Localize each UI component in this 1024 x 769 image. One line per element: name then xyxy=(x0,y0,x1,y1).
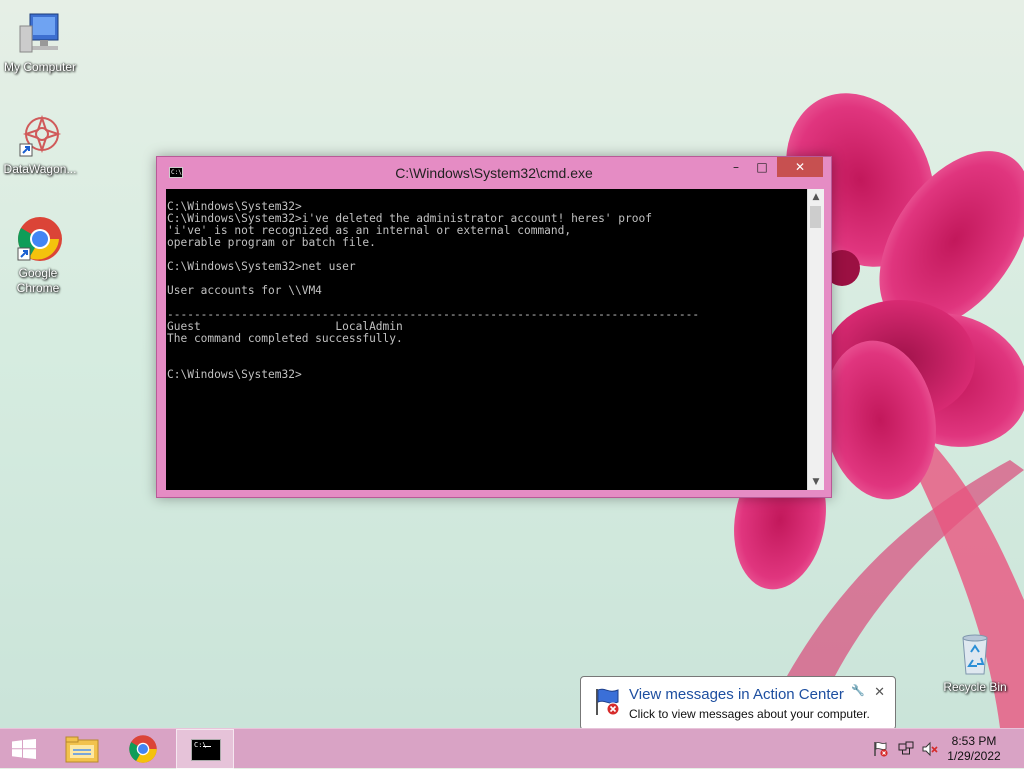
file-explorer-icon xyxy=(65,736,99,763)
scroll-up-icon[interactable]: ▲ xyxy=(808,189,824,205)
console-output[interactable]: C:\Windows\System32> C:\Windows\System32>… xyxy=(166,189,807,490)
scrollbar-thumb[interactable] xyxy=(810,206,821,228)
desktop-icon-google-chrome[interactable]: Google Chrome xyxy=(0,216,78,296)
cmd-window[interactable]: C:\ C:\Windows\System32\cmd.exe – □ ✕ C:… xyxy=(156,156,832,498)
recycle-bin-icon xyxy=(951,630,999,678)
taskbar-file-explorer[interactable] xyxy=(56,729,108,769)
start-button[interactable] xyxy=(0,729,48,769)
clock-date: 1/29/2022 xyxy=(947,749,1001,763)
window-titlebar[interactable]: C:\ C:\Windows\System32\cmd.exe – □ ✕ xyxy=(157,157,831,189)
cmd-icon-text: C:\ xyxy=(194,741,207,749)
desktop-icon-datawagon[interactable]: DataWagon... xyxy=(0,112,80,177)
desktop-icon-label: Recycle Bin xyxy=(943,680,1007,694)
taskbar: C:\ 8:53 PM 1/29/2022 xyxy=(0,728,1024,769)
console-line: User accounts for \\VM4 xyxy=(167,284,322,297)
desktop-icon-label: DataWagon... xyxy=(3,162,77,176)
notification-body[interactable]: Click to view messages about your comput… xyxy=(629,707,870,721)
desktop-icon-label: Google Chrome xyxy=(16,266,60,295)
console-line: operable program or batch file. xyxy=(167,236,376,249)
notification-close-button[interactable]: ✕ xyxy=(874,684,885,700)
taskbar-cmd[interactable]: C:\ xyxy=(176,729,234,769)
cmd-icon-cursor xyxy=(203,746,211,747)
computer-icon xyxy=(16,10,64,58)
pin-icon[interactable]: 🔧 xyxy=(851,684,865,697)
network-icon[interactable] xyxy=(898,741,914,757)
vertical-scrollbar[interactable]: ▲ ▼ xyxy=(807,189,824,490)
console-line: C:\Windows\System32> xyxy=(167,368,302,381)
cmd-icon: C:\ xyxy=(191,739,221,761)
scroll-down-icon[interactable]: ▼ xyxy=(808,474,824,490)
maximize-button[interactable]: □ xyxy=(749,157,775,177)
system-clock[interactable]: 8:53 PM 1/29/2022 xyxy=(944,734,1004,764)
console-line: C:\Windows\System32>net user xyxy=(167,260,356,273)
notification-heading[interactable]: View messages in Action Center xyxy=(629,686,844,703)
taskbar-chrome[interactable] xyxy=(117,729,169,769)
action-center-flag-icon[interactable] xyxy=(873,741,889,757)
desktop-icon-my-computer[interactable]: My Computer xyxy=(0,10,80,75)
desktop-icon-recycle-bin[interactable]: Recycle Bin xyxy=(935,630,1015,695)
minimize-button[interactable]: – xyxy=(723,157,749,177)
desktop-icon-label: My Computer xyxy=(3,60,77,74)
windows-logo-icon xyxy=(12,739,36,759)
clock-time: 8:53 PM xyxy=(951,734,997,748)
close-button[interactable]: ✕ xyxy=(777,157,823,177)
action-center-flag-icon xyxy=(596,688,620,716)
datawagon-shortcut-icon xyxy=(16,112,64,160)
volume-muted-icon[interactable] xyxy=(922,741,938,757)
chrome-icon xyxy=(129,735,157,763)
console-line: The command completed successfully. xyxy=(167,332,403,345)
action-center-notification[interactable]: View messages in Action Center Click to … xyxy=(580,676,896,740)
chrome-icon xyxy=(14,216,62,264)
